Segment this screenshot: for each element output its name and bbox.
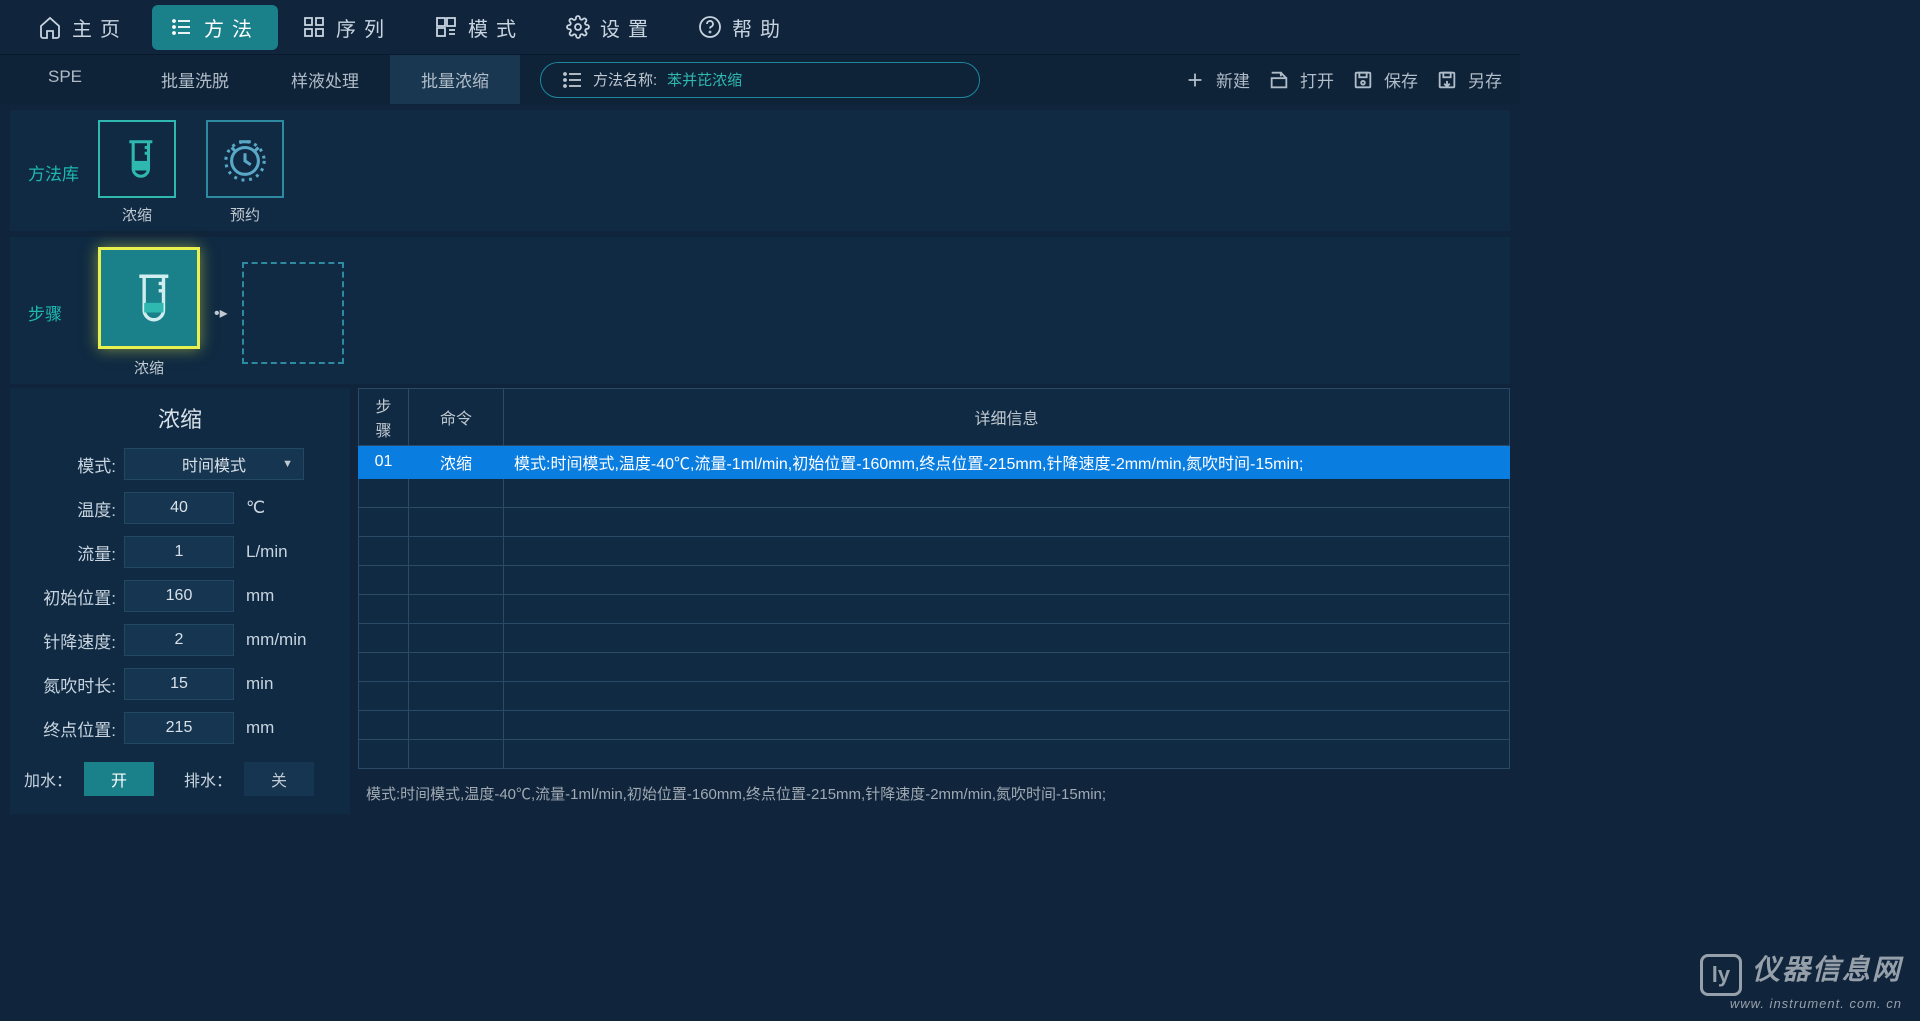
mode-label: 模式: bbox=[24, 452, 116, 477]
initpos-label: 初始位置: bbox=[24, 584, 116, 609]
list-icon bbox=[170, 15, 194, 39]
nav-help[interactable]: 帮助 bbox=[680, 5, 806, 50]
action-save[interactable]: 保存 bbox=[1352, 67, 1418, 92]
water-out-toggle[interactable]: 关 bbox=[244, 762, 314, 796]
endpos-label: 终点位置: bbox=[24, 716, 116, 741]
table-row[interactable] bbox=[359, 711, 1510, 740]
arrow-icon: •▸ bbox=[214, 303, 228, 323]
method-name-label: 方法名称: bbox=[593, 69, 657, 90]
steps-table: 步骤命令详细信息 01浓缩模式:时间模式,温度-40℃,流量-1ml/min,初… bbox=[358, 388, 1510, 769]
subtab-2[interactable]: 样液处理 bbox=[260, 55, 390, 104]
table-row[interactable] bbox=[359, 566, 1510, 595]
grid-icon bbox=[302, 15, 326, 39]
gear-icon bbox=[566, 15, 590, 39]
table-row[interactable] bbox=[359, 479, 1510, 508]
qr-icon bbox=[434, 15, 458, 39]
list-icon bbox=[561, 68, 585, 92]
tube-icon bbox=[120, 269, 178, 327]
action-saveas[interactable]: 另存 bbox=[1436, 67, 1502, 92]
empty-step-slot[interactable] bbox=[242, 262, 344, 364]
clock-icon bbox=[222, 136, 268, 182]
library-item-预约[interactable]: 预约 bbox=[206, 120, 284, 225]
nav-qr[interactable]: 模式 bbox=[416, 5, 542, 50]
needlespeed-unit: mm/min bbox=[246, 630, 306, 650]
table-row[interactable] bbox=[359, 653, 1510, 682]
table-row[interactable] bbox=[359, 595, 1510, 624]
form-title: 浓缩 bbox=[24, 402, 336, 434]
mode-select[interactable]: 时间模式 bbox=[124, 448, 304, 480]
n2time-input[interactable] bbox=[124, 668, 234, 700]
main-area: 浓缩 模式: 时间模式 温度: ℃ 流量: L/min 初始位置: mm 针降速… bbox=[10, 388, 1510, 814]
status-line: 模式:时间模式,温度-40℃,流量-1ml/min,初始位置-160mm,终点位… bbox=[358, 769, 1510, 808]
help-icon bbox=[698, 15, 722, 39]
temp-input[interactable] bbox=[124, 492, 234, 524]
watermark: ly仪器信息网 www. instrument. com. cn bbox=[1700, 948, 1902, 1011]
method-library-row: 方法库 浓缩预约 bbox=[10, 110, 1510, 231]
col-header-1: 命令 bbox=[409, 389, 504, 446]
steps-table-panel: 步骤命令详细信息 01浓缩模式:时间模式,温度-40℃,流量-1ml/min,初… bbox=[358, 388, 1510, 814]
method-name-value: 苯并芘浓缩 bbox=[667, 69, 742, 90]
temp-label: 温度: bbox=[24, 496, 116, 521]
water-in-label: 加水： bbox=[24, 767, 72, 791]
open-icon bbox=[1268, 69, 1290, 91]
top-nav: 主页方法序列模式设置帮助 bbox=[0, 0, 1520, 54]
water-out-label: 排水： bbox=[184, 767, 232, 791]
needlespeed-label: 针降速度: bbox=[24, 628, 116, 653]
subtab-1[interactable]: 批量洗脱 bbox=[130, 55, 260, 104]
nav-grid[interactable]: 序列 bbox=[284, 5, 410, 50]
save-icon bbox=[1352, 69, 1374, 91]
sub-nav: SPE批量洗脱样液处理批量浓缩 方法名称: 苯并芘浓缩 新建打开保存另存 bbox=[0, 54, 1520, 104]
table-row[interactable] bbox=[359, 624, 1510, 653]
endpos-unit: mm bbox=[246, 718, 274, 738]
table-row[interactable]: 01浓缩模式:时间模式,温度-40℃,流量-1ml/min,初始位置-160mm… bbox=[359, 446, 1510, 479]
method-name-field[interactable]: 方法名称: 苯并芘浓缩 bbox=[540, 62, 980, 98]
needlespeed-input[interactable] bbox=[124, 624, 234, 656]
flow-input[interactable] bbox=[124, 536, 234, 568]
library-label: 方法库 bbox=[18, 160, 98, 185]
flow-unit: L/min bbox=[246, 542, 288, 562]
library-item-浓缩[interactable]: 浓缩 bbox=[98, 120, 176, 225]
initpos-unit: mm bbox=[246, 586, 274, 606]
table-row[interactable] bbox=[359, 508, 1510, 537]
parameter-form: 浓缩 模式: 时间模式 温度: ℃ 流量: L/min 初始位置: mm 针降速… bbox=[10, 388, 350, 814]
col-header-0: 步骤 bbox=[359, 389, 409, 446]
initpos-input[interactable] bbox=[124, 580, 234, 612]
steps-row: 步骤 浓缩•▸ bbox=[10, 237, 1510, 384]
water-in-toggle[interactable]: 开 bbox=[84, 762, 154, 796]
subtab-0[interactable]: SPE bbox=[0, 55, 130, 104]
steps-label: 步骤 bbox=[18, 300, 98, 325]
home-icon bbox=[38, 15, 62, 39]
nav-home[interactable]: 主页 bbox=[20, 5, 146, 50]
tube-icon bbox=[114, 136, 160, 182]
action-open[interactable]: 打开 bbox=[1268, 67, 1334, 92]
watermark-logo-icon: ly bbox=[1700, 954, 1742, 996]
saveas-icon bbox=[1436, 69, 1458, 91]
flow-label: 流量: bbox=[24, 540, 116, 565]
nav-gear[interactable]: 设置 bbox=[548, 5, 674, 50]
nav-list[interactable]: 方法 bbox=[152, 5, 278, 50]
action-plus[interactable]: 新建 bbox=[1184, 67, 1250, 92]
table-row[interactable] bbox=[359, 740, 1510, 769]
n2time-unit: min bbox=[246, 674, 273, 694]
temp-unit: ℃ bbox=[246, 498, 265, 518]
endpos-input[interactable] bbox=[124, 712, 234, 744]
table-row[interactable] bbox=[359, 682, 1510, 711]
plus-icon bbox=[1184, 69, 1206, 91]
subtab-3[interactable]: 批量浓缩 bbox=[390, 55, 520, 104]
col-header-2: 详细信息 bbox=[504, 389, 1510, 446]
n2time-label: 氮吹时长: bbox=[24, 672, 116, 697]
table-row[interactable] bbox=[359, 537, 1510, 566]
step-card[interactable] bbox=[98, 247, 200, 349]
